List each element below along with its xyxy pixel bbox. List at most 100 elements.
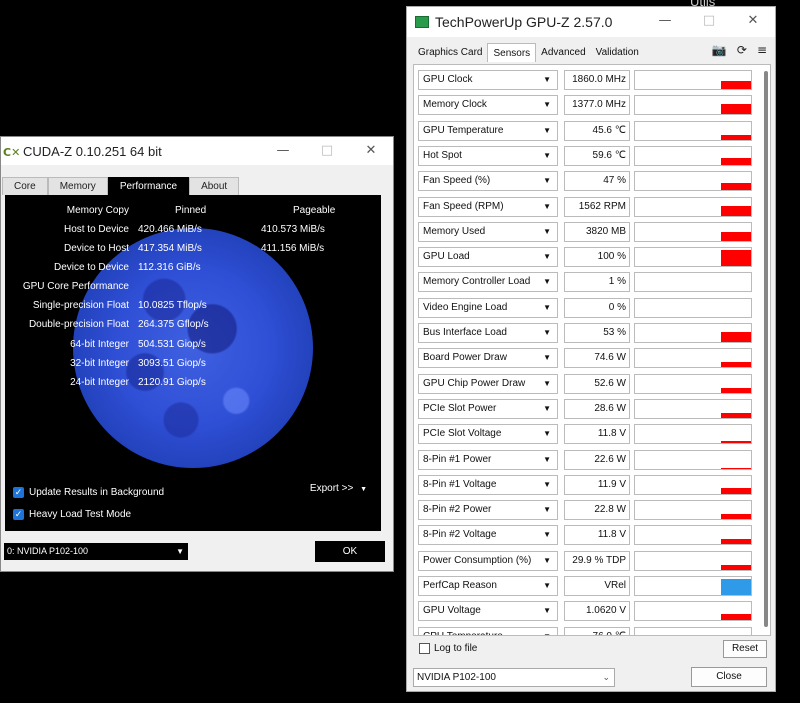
log-to-file-checkbox[interactable]: Log to file — [419, 643, 477, 654]
gpu-select[interactable]: NVIDIA P102-100 ⌄ — [413, 668, 615, 687]
sensor-value: 45.6 ℃ — [564, 120, 630, 141]
chevron-down-icon: ▼ — [543, 302, 551, 312]
chevron-down-icon: ▼ — [543, 454, 551, 464]
gpuz-titlebar[interactable]: TechPowerUp GPU-Z 2.57.0 — □ ✕ — [407, 7, 775, 37]
sensor-value: 52.6 W — [564, 373, 630, 394]
sensor-row: GPU Chip Power Draw ▼ 52.6 W — [418, 373, 754, 395]
sensor-graph — [634, 145, 752, 166]
sensor-value: 1.0620 V — [564, 601, 630, 622]
sensor-name-dropdown[interactable]: PCIe Slot Power ▼ — [418, 398, 558, 419]
sensor-graph-fill — [721, 441, 751, 444]
minimize-icon[interactable]: — — [261, 137, 305, 165]
device-select[interactable]: 0: NVIDIA P102-100 ▼ — [4, 543, 188, 560]
cudaz-app-icon: C✕ — [3, 146, 21, 159]
sensor-name-dropdown[interactable]: 8-Pin #1 Voltage ▼ — [418, 474, 558, 495]
sensor-name-dropdown[interactable]: Fan Speed (RPM) ▼ — [418, 196, 558, 217]
sensor-name-dropdown[interactable]: 8-Pin #2 Power ▼ — [418, 500, 558, 521]
sensor-row: PCIe Slot Power ▼ 28.6 W — [418, 398, 754, 420]
sensor-name-dropdown[interactable]: 8-Pin #1 Power ▼ — [418, 449, 558, 470]
sensor-name-dropdown[interactable]: GPU Load ▼ — [418, 247, 558, 268]
checkbox-checked-icon: ✓ — [13, 509, 24, 520]
sensor-name-dropdown[interactable]: Hot Spot ▼ — [418, 145, 558, 166]
sensor-value: 28.6 W — [564, 398, 630, 419]
chevron-down-icon: ▼ — [543, 125, 551, 135]
sensor-name-dropdown[interactable]: GPU Chip Power Draw ▼ — [418, 373, 558, 394]
chevron-down-icon: ▼ — [543, 628, 551, 635]
sensor-row: GPU Voltage ▼ 1.0620 V — [418, 600, 754, 622]
cudaz-titlebar[interactable]: C✕ CUDA-Z 0.10.251 64 bit — □ ✕ — [1, 137, 393, 165]
tab-validation[interactable]: Validation — [590, 43, 644, 62]
ok-button[interactable]: OK — [315, 541, 385, 562]
sensor-name-dropdown[interactable]: PCIe Slot Voltage ▼ — [418, 424, 558, 445]
sensor-name-dropdown[interactable]: Memory Clock ▼ — [418, 95, 558, 116]
sensor-name-dropdown[interactable]: Power Consumption (%) ▼ — [418, 550, 558, 571]
sensor-name-dropdown[interactable]: PerfCap Reason ▼ — [418, 576, 558, 596]
sensor-value: 22.8 W — [564, 500, 630, 521]
sensor-graph — [634, 171, 752, 192]
tab-about[interactable]: About — [189, 177, 240, 195]
close-button[interactable]: Close — [691, 667, 767, 687]
sensor-name-dropdown[interactable]: Video Engine Load ▼ — [418, 297, 558, 318]
sensor-name: GPU Voltage — [423, 605, 481, 617]
sensor-name-dropdown[interactable]: Memory Controller Load ▼ — [418, 272, 558, 293]
tab-sensors[interactable]: Sensors — [487, 43, 537, 62]
update-results-label: Update Results in Background — [29, 487, 165, 498]
sensor-graph — [634, 373, 752, 394]
chevron-down-icon: ▼ — [543, 555, 551, 565]
tab-memory[interactable]: Memory — [47, 177, 108, 195]
sensor-row: GPU Clock ▼ 1860.0 MHz — [418, 69, 754, 91]
sensor-value: 1377.0 MHz — [564, 95, 630, 116]
reset-button[interactable]: Reset — [723, 640, 767, 658]
sensor-value: 59.6 ℃ — [564, 145, 630, 166]
sensor-name: Memory Used — [423, 225, 486, 237]
tab-core[interactable]: Core — [2, 177, 48, 195]
sensor-name: Fan Speed (RPM) — [423, 200, 504, 212]
heavy-load-checkbox[interactable]: ✓ Heavy Load Test Mode — [13, 509, 131, 520]
sensor-name-dropdown[interactable]: Memory Used ▼ — [418, 221, 558, 242]
menu-icon[interactable]: ≡ — [757, 43, 767, 57]
sensor-name: CPU Temperature — [423, 631, 503, 635]
update-results-checkbox[interactable]: ✓ Update Results in Background — [13, 487, 164, 498]
gpuz-app-icon — [415, 16, 429, 28]
minimize-icon[interactable]: — — [643, 7, 687, 35]
tab-advanced[interactable]: Advanced — [536, 43, 591, 62]
sensor-name-dropdown[interactable]: Fan Speed (%) ▼ — [418, 171, 558, 192]
sensor-name-dropdown[interactable]: CPU Temperature ▼ — [418, 626, 558, 635]
perf-row-label: 32-bit Integer — [70, 358, 129, 369]
sensor-graph-fill — [721, 250, 751, 267]
tab-performance[interactable]: Performance — [107, 177, 190, 195]
sensor-graph-fill — [721, 205, 751, 216]
perf-row-pinned: 3093.51 Giop/s — [138, 358, 206, 369]
sensor-row: 8-Pin #1 Power ▼ 22.6 W — [418, 449, 754, 471]
sensor-name-dropdown[interactable]: GPU Clock ▼ — [418, 70, 558, 90]
sensor-value: VRel — [564, 576, 630, 596]
sensor-value: 29.9 % TDP — [564, 550, 630, 571]
sensor-name-dropdown[interactable]: Bus Interface Load ▼ — [418, 323, 558, 343]
refresh-icon[interactable]: ⟳ — [737, 43, 747, 57]
chevron-down-icon: ▼ — [543, 252, 551, 262]
sensor-graph-fill — [721, 362, 751, 368]
perf-row-label: 64-bit Integer — [70, 339, 129, 350]
sensor-value: 22.6 W — [564, 449, 630, 470]
close-icon[interactable]: ✕ — [731, 7, 775, 35]
export-button[interactable]: Export >> ▼ — [310, 483, 367, 494]
sensor-name: Bus Interface Load — [423, 327, 507, 338]
sensor-name-dropdown[interactable]: GPU Voltage ▼ — [418, 601, 558, 622]
export-label: Export >> — [309, 483, 354, 494]
camera-icon[interactable]: 📷 — [712, 43, 727, 57]
close-icon[interactable]: ✕ — [349, 137, 393, 165]
sensor-name-dropdown[interactable]: GPU Temperature ▼ — [418, 120, 558, 141]
sensor-value: 74.6 W — [564, 348, 630, 369]
chevron-down-icon: ▼ — [543, 606, 551, 616]
sensor-graph-fill — [721, 579, 751, 595]
sensor-graph-fill — [721, 467, 751, 469]
sensor-name-dropdown[interactable]: Board Power Draw ▼ — [418, 348, 558, 369]
sensor-graph — [634, 550, 752, 571]
perf-row-pinned: 10.0825 Tflop/s — [138, 300, 207, 311]
sensor-name-dropdown[interactable]: 8-Pin #2 Voltage ▼ — [418, 525, 558, 546]
sensor-graph-fill — [721, 183, 751, 191]
tab-graphics-card[interactable]: Graphics Card — [413, 43, 488, 62]
perf-row-pinned: 2120.91 Giop/s — [138, 377, 206, 388]
gpuz-window-title: TechPowerUp GPU-Z 2.57.0 — [435, 14, 613, 30]
sensors-scrollbar[interactable] — [764, 71, 768, 627]
